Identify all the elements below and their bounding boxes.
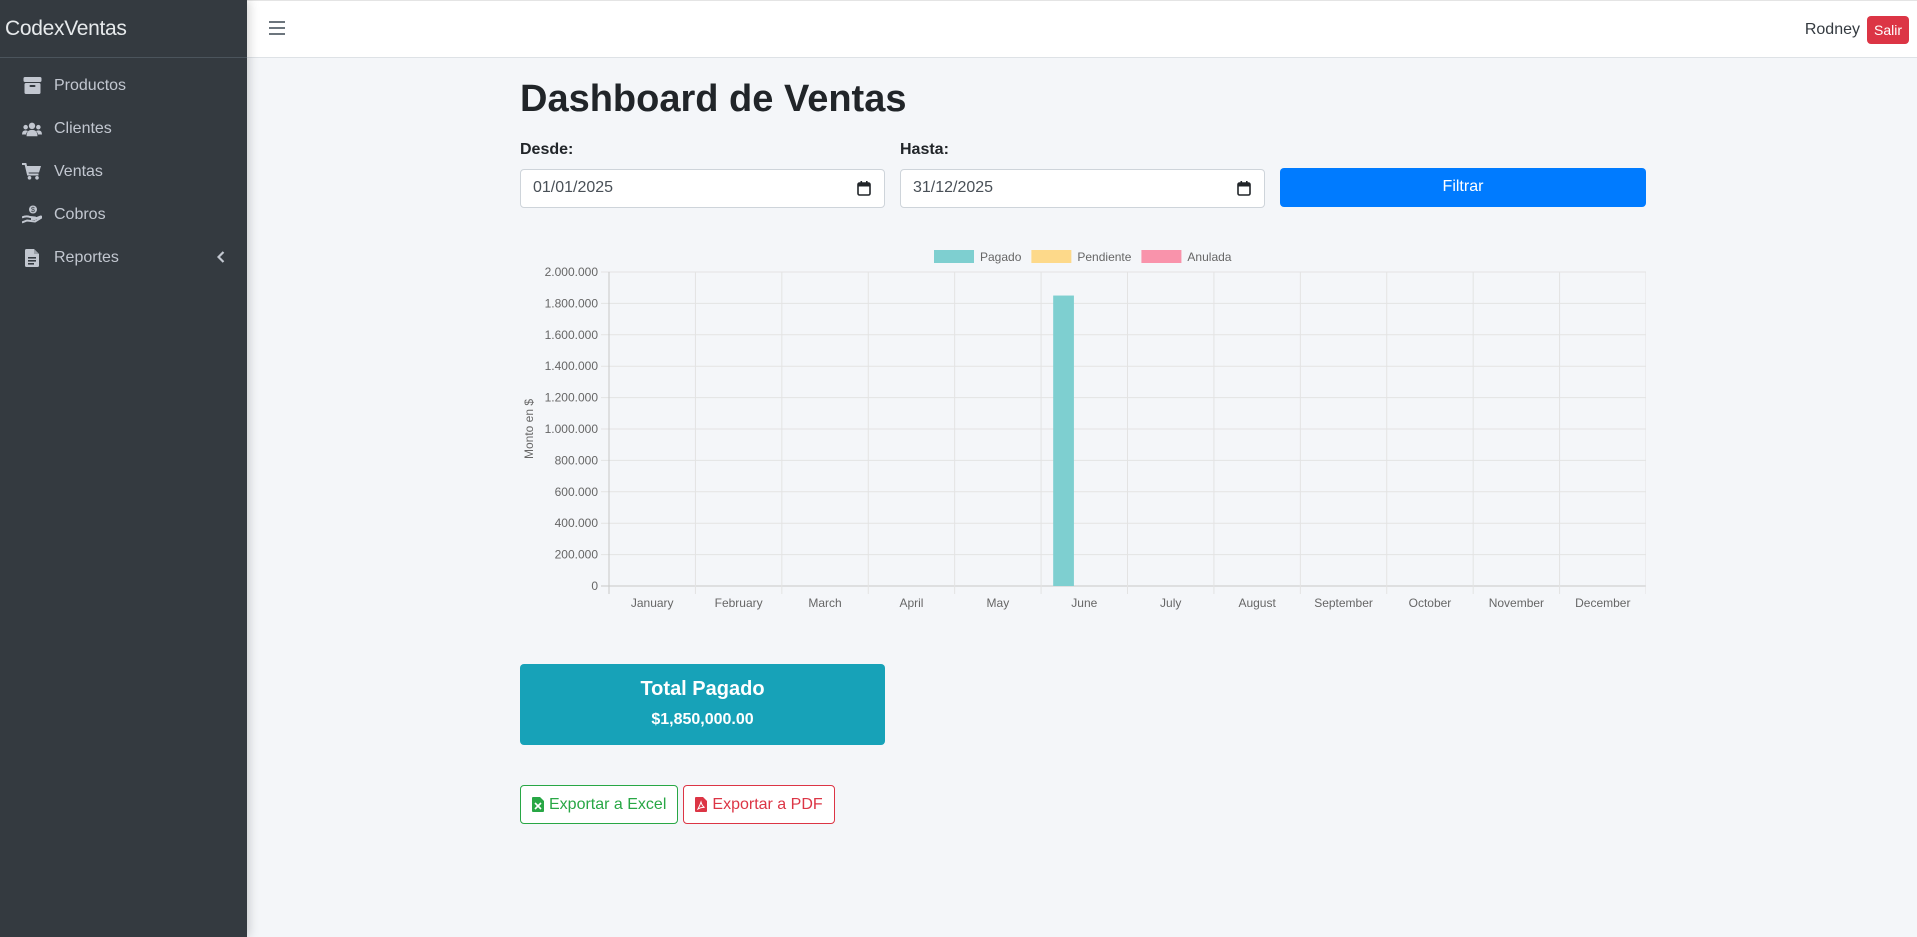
sidebar-item-clientes[interactable]: Clientes (0, 107, 247, 150)
x-tick-label: August (1238, 596, 1276, 610)
y-tick-label: 400.000 (555, 516, 599, 530)
hand-money-icon: $ (22, 205, 42, 225)
sidebar-item-label: Reportes (54, 248, 119, 266)
y-tick-label: 1.200.000 (545, 391, 599, 405)
x-tick-label: January (631, 596, 674, 610)
legend-label: Pendiente (1077, 250, 1131, 264)
y-tick-label: 0 (591, 579, 598, 593)
box-icon (22, 76, 42, 96)
legend-swatch-pendiente (1031, 250, 1072, 263)
sidebar-item-label: Productos (54, 76, 127, 94)
y-tick-label: 800.000 (555, 453, 599, 467)
total-paid-value: $1,850,000.00 (651, 711, 754, 728)
file-icon (22, 248, 42, 268)
x-tick-label: July (1160, 596, 1181, 610)
y-tick-label: 2.000.000 (545, 265, 599, 279)
y-tick-label: 600.000 (555, 485, 599, 499)
y-axis-title: Monto en $ (522, 399, 536, 459)
sales-bar-chart: 0 200.000 400.000 600.000 800.000 1.000.000 1.… (522, 250, 1646, 610)
date-filter-form: Desde: 01/01/2025 Hasta: 31/12/2025 Filt… (520, 141, 1646, 221)
menu-toggle-icon[interactable] (269, 21, 285, 37)
main-content: Dashboard de Ventas Desde: 01/01/2025 Ha… (520, 58, 1646, 221)
legend-swatch-anulada (1141, 250, 1182, 263)
from-date-value: 01/01/2025 (533, 179, 614, 197)
total-paid-label: Total Pagado (640, 678, 765, 700)
sidebar-item-label: Clientes (54, 119, 112, 137)
bar-pagado-june (1053, 295, 1074, 586)
top-navbar: Rodney Salir (247, 0, 1917, 58)
sidebar-item-label: Cobros (54, 205, 106, 223)
x-tick-label: June (1071, 596, 1097, 610)
export-excel-button[interactable]: Exportar a Excel (520, 785, 679, 824)
to-date-input[interactable]: 31/12/2025 (900, 168, 1265, 208)
chevron-left-icon[interactable] (216, 250, 225, 268)
x-tick-label: October (1409, 596, 1452, 610)
to-date-label: Hasta: (900, 140, 949, 158)
username: Rodney (1804, 21, 1860, 38)
calendar-icon[interactable] (857, 180, 872, 196)
sidebar-item-cobros[interactable]: $ Cobros (0, 193, 247, 236)
brand-logo[interactable]: CodexVentas (0, 0, 247, 58)
legend-label: Pagado (980, 250, 1022, 264)
legend-label: Anulada (1187, 250, 1231, 264)
filter-button[interactable]: Filtrar (1280, 167, 1646, 207)
export-pdf-button[interactable]: Exportar a PDF (683, 785, 835, 824)
to-date-value: 31/12/2025 (913, 179, 994, 197)
legend-swatch-pagado (934, 250, 974, 263)
x-tick-label: September (1314, 596, 1373, 610)
y-tick-label: 1.600.000 (545, 328, 599, 342)
from-date-group: Desde: 01/01/2025 (520, 141, 885, 208)
y-tick-label: 1.400.000 (545, 359, 599, 373)
sidebar: CodexVentas Productos Clientes Ventas $ … (0, 0, 247, 937)
y-tick-label: 1.800.000 (545, 296, 599, 310)
y-tick-label: 1.000.000 (545, 422, 599, 436)
x-tick-label: April (899, 596, 923, 610)
y-tick-label: 200.000 (555, 548, 599, 562)
from-date-input[interactable]: 01/01/2025 (520, 168, 885, 208)
export-actions: Exportar a Excel Exportar a PDF (520, 785, 835, 824)
calendar-icon[interactable] (1237, 180, 1252, 196)
x-tick-label: May (987, 596, 1010, 610)
sidebar-item-productos[interactable]: Productos (0, 64, 247, 107)
x-tick-label: November (1489, 596, 1544, 610)
users-icon (22, 119, 42, 139)
cart-icon (22, 162, 42, 182)
export-excel-label: Exportar a Excel (549, 795, 667, 813)
export-pdf-label: Exportar a PDF (712, 795, 823, 813)
x-tick-label: February (715, 596, 763, 610)
from-date-label: Desde: (520, 140, 574, 158)
sidebar-item-reportes[interactable]: Reportes (0, 236, 247, 279)
to-date-group: Hasta: 31/12/2025 (900, 141, 1265, 208)
total-paid-card: Total Pagado $1,850,000.00 (520, 664, 885, 745)
logout-button[interactable]: Salir (1866, 16, 1909, 44)
svg-text:$: $ (31, 207, 35, 214)
excel-file-icon (532, 797, 544, 812)
sidebar-item-label: Ventas (54, 162, 103, 180)
sidebar-nav: Productos Clientes Ventas $ Cobros Repor… (0, 58, 247, 279)
pdf-file-icon (695, 797, 708, 812)
page-title: Dashboard de Ventas (520, 78, 907, 120)
x-tick-label: December (1575, 596, 1630, 610)
x-tick-label: March (808, 596, 841, 610)
sidebar-item-ventas[interactable]: Ventas (0, 150, 247, 193)
